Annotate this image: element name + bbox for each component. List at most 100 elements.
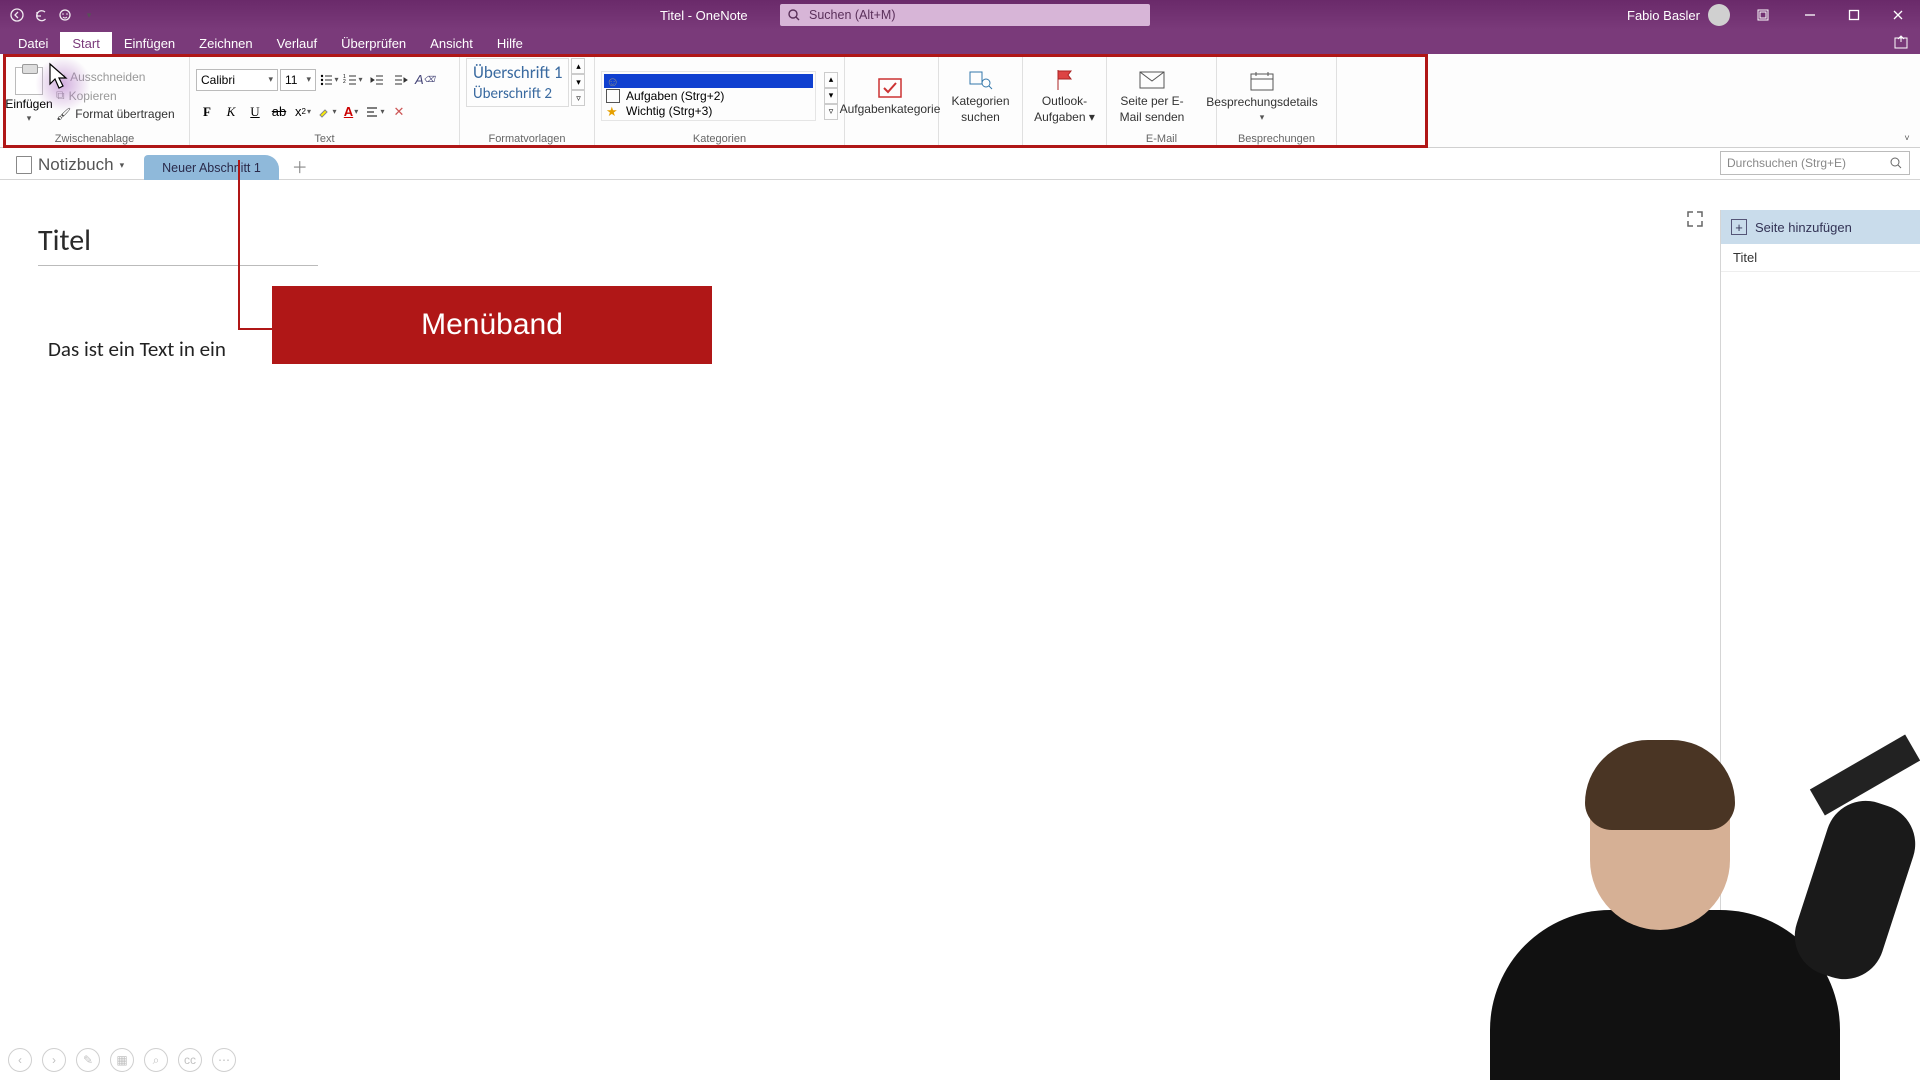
tab-hilfe[interactable]: Hilfe	[485, 32, 535, 54]
page-body-text[interactable]: Das ist ein Text in ein	[48, 336, 226, 362]
window-mode-icon[interactable]	[1756, 8, 1770, 22]
gallery-down-icon[interactable]: ▾	[571, 74, 585, 90]
tab-datei[interactable]: Datei	[6, 32, 60, 54]
group-styles-label: Formatvorlagen	[466, 133, 588, 147]
add-page-button[interactable]: + Seite hinzufügen	[1721, 210, 1920, 244]
tag-important[interactable]: ★Wichtig (Strg+3)	[604, 104, 813, 118]
style-heading2[interactable]: Überschrift 2	[469, 84, 566, 104]
cut-button[interactable]: ✂Ausschneiden	[54, 69, 177, 85]
add-page-label: Seite hinzufügen	[1755, 220, 1852, 235]
group-email: Seite per E-Mail senden E-Mail	[1107, 54, 1217, 147]
meeting-details-button[interactable]: Besprechungsdetails▾	[1223, 68, 1301, 122]
group-meetings: Besprechungsdetails▾ Besprechungen	[1217, 54, 1337, 147]
ribbon: Einfügen ▾ ✂Ausschneiden ⧉Kopieren 🖌Form…	[0, 54, 1920, 148]
tag-search-icon	[966, 67, 996, 93]
tags-up-icon[interactable]: ▴	[824, 72, 838, 88]
touch-mode-icon[interactable]	[56, 6, 74, 24]
email-page-button[interactable]: Seite per E-Mail senden	[1113, 67, 1191, 125]
slide-grid-icon[interactable]: ▦	[110, 1048, 134, 1072]
numbering-button[interactable]: 12	[342, 69, 364, 91]
slide-cc-icon[interactable]: cc	[178, 1048, 202, 1072]
notebook-icon	[16, 156, 32, 174]
bullets-button[interactable]	[318, 69, 340, 91]
page-title[interactable]: Titel	[38, 222, 318, 266]
maximize-button[interactable]	[1832, 0, 1876, 30]
italic-button[interactable]: K	[220, 101, 242, 123]
chevron-down-icon: ▾	[27, 113, 32, 124]
smile-icon: ☺	[606, 74, 620, 88]
section-tab[interactable]: Neuer Abschnitt 1	[144, 155, 279, 180]
minimize-button[interactable]	[1788, 0, 1832, 30]
gallery-up-icon[interactable]: ▴	[571, 58, 585, 74]
font-color-button[interactable]: A	[340, 101, 362, 123]
flag-icon	[1050, 67, 1080, 93]
page-list-item[interactable]: Titel	[1721, 244, 1920, 272]
qat-more-icon[interactable]: ▾	[80, 6, 98, 24]
star-icon: ★	[606, 104, 620, 118]
highlight-button[interactable]	[316, 101, 338, 123]
outlook-tasks-button[interactable]: Outlook-Aufgaben ▾	[1029, 67, 1100, 125]
chevron-down-icon: ▾	[120, 160, 125, 171]
indent-button[interactable]	[390, 69, 412, 91]
tab-ansicht[interactable]: Ansicht	[418, 32, 485, 54]
outdent-button[interactable]	[366, 69, 388, 91]
notebook-dropdown[interactable]: Notizbuch ▾	[8, 151, 132, 179]
tags-down-icon[interactable]: ▾	[824, 88, 838, 104]
tab-einfuegen[interactable]: Einfügen	[112, 32, 187, 54]
tab-verlauf[interactable]: Verlauf	[265, 32, 329, 54]
slide-more-icon[interactable]: ⋯	[212, 1048, 236, 1072]
subscript-button[interactable]: x2	[292, 101, 314, 123]
font-select[interactable]: Calibri▾	[196, 69, 278, 91]
tag-todo[interactable]: ☺	[604, 74, 813, 88]
style-heading1[interactable]: Überschrift 1	[469, 61, 566, 84]
slide-prev-icon[interactable]: ‹	[8, 1048, 32, 1072]
tags-more-icon[interactable]: ▿	[824, 104, 838, 120]
delete-button[interactable]: ✕	[388, 101, 410, 123]
svg-text:2: 2	[343, 79, 346, 85]
notebook-search-placeholder: Durchsuchen (Strg+E)	[1727, 156, 1846, 170]
close-button[interactable]	[1876, 0, 1920, 30]
share-icon[interactable]	[1892, 33, 1912, 53]
bold-button[interactable]: F	[196, 101, 218, 123]
user-avatar[interactable]	[1708, 4, 1730, 26]
search-icon	[788, 9, 801, 22]
fullscreen-icon[interactable]	[1686, 210, 1704, 228]
find-tags-button[interactable]: Kategoriensuchen	[945, 67, 1016, 125]
notebook-bar: Notizbuch ▾ Neuer Abschnitt 1 ＋ Durchsuc…	[0, 148, 1920, 180]
undo-icon[interactable]	[32, 6, 50, 24]
account-area[interactable]: Fabio Basler	[1627, 4, 1770, 26]
strikethrough-button[interactable]: ab	[268, 101, 290, 123]
global-search[interactable]: Suchen (Alt+M)	[780, 4, 1150, 26]
underline-button[interactable]: U	[244, 101, 266, 123]
tag-tasks[interactable]: Aufgaben (Strg+2)	[604, 89, 813, 103]
format-painter-button[interactable]: 🖌Format übertragen	[54, 106, 177, 122]
tab-start[interactable]: Start	[60, 32, 111, 54]
font-size-select[interactable]: 11▾	[280, 69, 316, 91]
slide-zoom-icon[interactable]: ⌕	[144, 1048, 168, 1072]
align-button[interactable]	[364, 101, 386, 123]
add-section-button[interactable]: ＋	[289, 155, 311, 177]
gallery-more-icon[interactable]: ▿	[571, 90, 585, 106]
group-tags-label: Kategorien	[601, 133, 838, 147]
callout-connector	[238, 328, 274, 330]
copy-button[interactable]: ⧉Kopieren	[54, 87, 177, 104]
global-search-placeholder: Suchen (Alt+M)	[809, 8, 896, 22]
notebook-search[interactable]: Durchsuchen (Strg+E)	[1720, 151, 1910, 175]
collapse-ribbon-button[interactable]: ˅	[1894, 54, 1920, 147]
back-icon[interactable]	[8, 6, 26, 24]
envelope-icon	[1137, 67, 1167, 93]
checkbox-icon	[606, 89, 620, 103]
task-category-button[interactable]: Aufgabenkategorie	[851, 75, 929, 117]
callout-connector	[238, 160, 240, 330]
copy-icon: ⧉	[56, 88, 65, 103]
search-icon	[1890, 157, 1903, 170]
tab-zeichnen[interactable]: Zeichnen	[187, 32, 264, 54]
paste-button[interactable]: Einfügen ▾	[6, 67, 52, 124]
slide-pen-icon[interactable]: ✎	[76, 1048, 100, 1072]
callout-label: Menüband	[272, 286, 712, 364]
tab-ueberpruefen[interactable]: Überprüfen	[329, 32, 418, 54]
calendar-icon	[1247, 68, 1277, 94]
slide-next-icon[interactable]: ›	[42, 1048, 66, 1072]
clear-formatting-button[interactable]: A⌫	[414, 69, 436, 91]
group-findtags: Kategoriensuchen	[939, 54, 1023, 147]
